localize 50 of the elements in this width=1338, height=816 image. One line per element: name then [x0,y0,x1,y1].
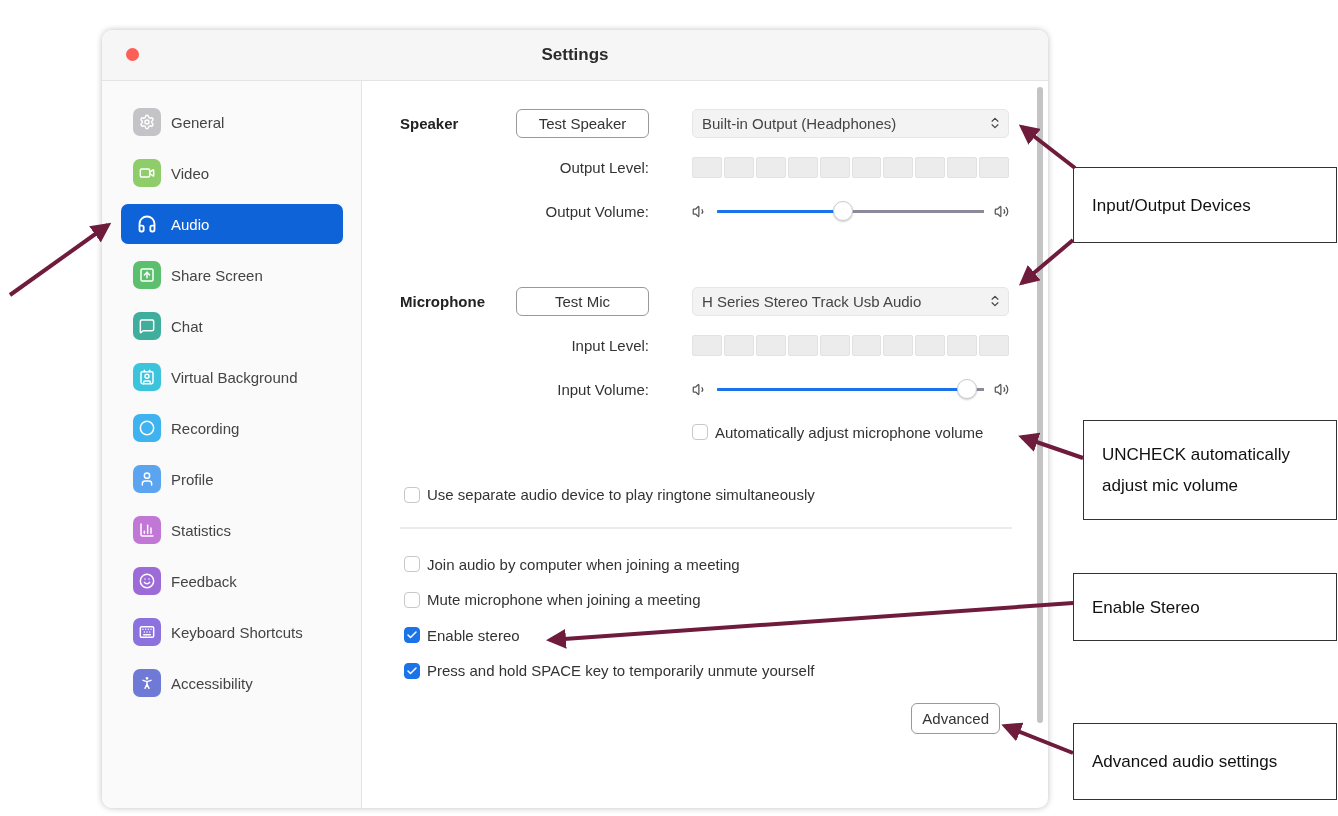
sidebar-item[interactable]: Accessibility [121,663,343,703]
checkbox[interactable] [404,627,420,644]
checkbox[interactable] [404,591,420,608]
test-button[interactable]: Test Mic [516,286,649,316]
checkbox-label[interactable]: Automatically adjust microphone volume [692,423,984,441]
sidebar-item[interactable]: Recording [121,408,343,448]
sidebar-item[interactable]: Audio [121,204,343,244]
checkbox-label[interactable]: Enable stereo [404,626,520,644]
field-label: Output Level: [559,158,649,176]
volume-high-icon [994,203,1009,219]
section-label: Speaker [400,114,459,132]
slider-thumb[interactable] [833,201,854,221]
device-select[interactable]: Built-in Output (Headphones) [692,108,1009,138]
field-label: Input Level: [571,336,649,354]
field-label: Output Volume: [545,202,649,220]
callout-box: Input/Output Devices [1073,167,1337,243]
advanced-button[interactable]: Advanced [911,702,1000,734]
sidebar-item[interactable]: Video [121,153,343,193]
annotation-arrow [1018,238,1075,286]
checkbox[interactable] [404,662,420,679]
field-label: Input Volume: [557,380,649,398]
checkbox[interactable] [404,486,420,503]
sidebar-item[interactable]: Statistics [121,510,343,550]
checkbox[interactable] [692,424,708,440]
close-button[interactable] [126,48,139,61]
section-label: Microphone [400,292,485,310]
sidebar-item[interactable]: General [121,102,343,142]
sidebar-item[interactable]: Keyboard Shortcuts [121,612,343,652]
test-button[interactable]: Test Speaker [516,108,649,138]
sidebar-item[interactable]: Feedback [121,561,343,601]
callout-box: UNCHECK automatically adjust mic volume [1083,420,1337,520]
annotation-arrow [1018,432,1084,460]
annotation-arrow [1018,124,1077,170]
sidebar-item[interactable]: Profile [121,459,343,499]
callout-box: Enable Stereo [1073,573,1337,641]
sidebar-item[interactable]: Virtual Background [121,357,343,397]
checkmark-icon [406,664,418,677]
checkbox-label[interactable]: Join audio by computer when joining a meeting [404,555,740,573]
callout-box: Advanced audio settings [1073,723,1337,800]
checkbox-label[interactable]: Mute microphone when joining a meeting [404,591,701,609]
checkbox-label[interactable]: Press and hold SPACE key to temporarily unmute yourself [404,662,815,680]
slider-thumb[interactable] [956,379,977,399]
checkbox[interactable] [404,556,420,573]
scrollbar[interactable] [1037,87,1043,723]
window-title: Settings [541,45,609,65]
volume-high-icon [994,381,1009,397]
sidebar-item[interactable]: Share Screen [121,255,343,295]
device-select[interactable]: H Series Stereo Track Usb Audio [692,286,1009,316]
sidebar-item[interactable]: Chat [121,306,343,346]
checkbox-label[interactable]: Use separate audio device to play ringtone simultaneously [404,486,815,504]
